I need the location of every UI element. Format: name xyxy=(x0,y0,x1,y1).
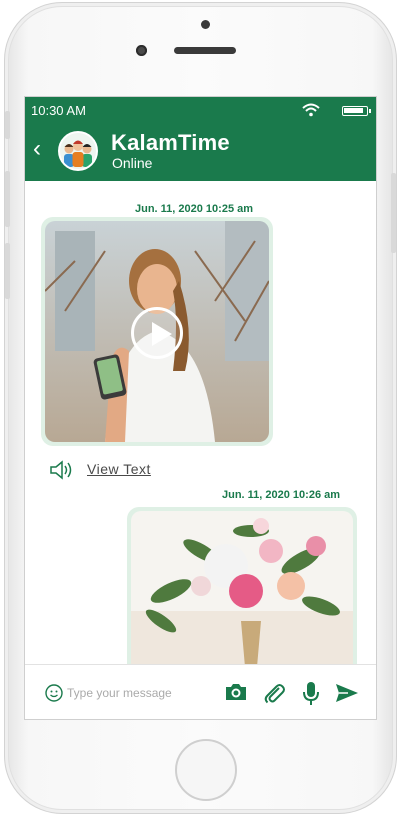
message-input[interactable] xyxy=(67,682,217,704)
wifi-icon xyxy=(302,103,320,117)
message-timestamp: Jun. 11, 2020 10:26 am xyxy=(222,489,341,501)
speaker-icon[interactable] xyxy=(49,459,75,481)
play-icon[interactable] xyxy=(131,307,183,359)
paperclip-icon[interactable] xyxy=(262,681,286,705)
view-text-link[interactable]: View Text xyxy=(87,461,151,477)
earpiece-speaker xyxy=(174,47,236,54)
camera-icon[interactable] xyxy=(224,681,248,703)
send-icon[interactable] xyxy=(334,681,360,705)
volume-down-button xyxy=(5,243,10,299)
emoji-icon[interactable] xyxy=(45,684,63,702)
image-message[interactable] xyxy=(127,507,357,667)
contact-status: Online xyxy=(112,155,153,171)
back-icon[interactable]: ‹ xyxy=(33,137,41,161)
microphone-icon[interactable] xyxy=(301,681,321,707)
chat-header: 10:30 AM ‹ KalamTime Online xyxy=(25,97,376,181)
avatar[interactable] xyxy=(58,131,98,171)
message-timestamp: Jun. 11, 2020 10:25 am xyxy=(135,203,254,215)
contact-name: KalamTime xyxy=(111,130,230,155)
battery-icon xyxy=(342,106,371,116)
phone-screen: 10:30 AM ‹ KalamTime Online Jun. 11, 202… xyxy=(24,96,377,720)
video-message[interactable] xyxy=(41,217,273,446)
front-camera xyxy=(201,20,210,29)
home-button[interactable] xyxy=(175,739,237,801)
power-button xyxy=(391,173,396,253)
message-composer xyxy=(25,664,376,719)
mute-switch xyxy=(5,111,10,139)
status-time: 10:30 AM xyxy=(31,103,86,118)
proximity-sensor xyxy=(136,45,147,56)
volume-up-button xyxy=(5,171,10,227)
group-people-icon xyxy=(60,133,96,169)
image-thumbnail xyxy=(131,511,353,667)
